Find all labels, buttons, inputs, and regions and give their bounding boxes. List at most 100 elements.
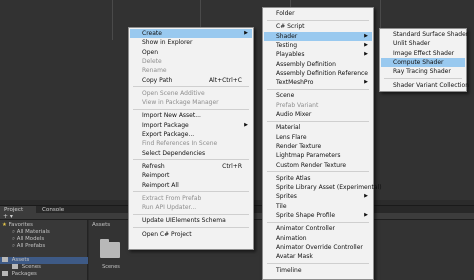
menu-item-reimport[interactable]: Reimport [130,171,252,180]
menu-item-playables[interactable]: Playables ▶ [264,50,372,59]
menu-item-view-in-package-manager[interactable]: View in Package Manager [130,98,252,107]
menu-item-sprite-atlas[interactable]: Sprite Atlas [264,174,372,183]
menu-item-material[interactable]: Material [264,123,372,132]
menu-item-prefab-variant[interactable]: Prefab Variant [264,101,372,110]
tree-packages-label: Packages [11,271,37,277]
menu-item-label: TextMeshPro [276,79,314,87]
menu-item-render-texture[interactable]: Render Texture [264,142,372,151]
menu-item-label: Export Package... [142,131,195,138]
menu-item-label: Import Package [142,121,189,129]
assets-breadcrumb[interactable]: Assets [92,222,110,228]
folder-label[interactable]: Scenes [100,264,122,270]
menu-item-animator-override-controller[interactable]: Animator Override Controller [264,243,372,252]
menu-item-c-script[interactable]: C# Script [264,22,372,31]
menu-item-label: Assembly Definition [276,60,336,68]
chevron-right-icon: ▶ [244,121,248,128]
menu-item-custom-render-texture[interactable]: Custom Render Texture [264,161,372,170]
menu-separator [133,213,249,215]
search-icon: ⌕ [12,236,16,242]
menu-item-animator-controller[interactable]: Animator Controller [264,224,372,233]
menu-item-standard-surface-shader[interactable]: Standard Surface Shader [381,30,469,39]
menu-item-label: Refresh [142,162,165,170]
menu-item-animation[interactable]: Animation [264,234,372,243]
menu-item-ray-tracing-shader[interactable]: Ray Tracing Shader [381,67,465,76]
menu-item-tile[interactable]: Tile [264,202,372,211]
menu-item-label: Find References In Scene [142,140,218,148]
tree-item-label: All Prefabs [16,243,46,249]
search-icon: ⌕ [12,229,16,235]
menu-item-label: Unlit Shader [393,40,431,48]
add-icon[interactable]: + ▾ [3,213,13,220]
menu-item-lens-flare[interactable]: Lens Flare [264,133,372,142]
menu-item-label: Avatar Mask [276,253,313,261]
folder-icon [12,264,18,269]
menu-item-sprite-shape-profile[interactable]: Sprite Shape Profile ▶ [264,211,372,220]
menu-item-label: Timeline [276,266,302,274]
chevron-right-icon: ▶ [364,193,368,200]
menu-item-import-new-asset[interactable]: Import New Asset... [130,111,252,120]
menu-item-rename[interactable]: Rename [130,66,252,75]
menu-item-label: Animator Override Controller [276,243,363,251]
menu-item-select-dependencies[interactable]: Select Dependencies [130,149,252,158]
menu-item-label: Delete [142,57,162,65]
menu-item-open-c-project[interactable]: Open C# Project [130,230,252,239]
tree-item[interactable]: ⌕ All Materials [0,229,88,236]
menu-item-label: Standard Surface Shader [393,31,469,38]
menu-item-label: Material [276,124,301,132]
menu-item-label: Folder [276,10,295,17]
menu-item-sprite-library-asset-experimental[interactable]: Sprite Library Asset (Experimental) [264,183,382,192]
menu-item-delete[interactable]: Delete [130,57,252,66]
menu-item-label: Ray Tracing Shader [393,68,451,76]
menu-item-testing[interactable]: Testing ▶ [264,41,372,50]
menu-item-shader-variant-collection[interactable]: Shader Variant Collection [381,81,469,90]
menu-item-open-scene-additive[interactable]: Open Scene Additive [130,89,252,98]
menu-item-assembly-definition[interactable]: Assembly Definition [264,60,372,69]
menu-item-label: Show in Explorer [142,39,193,47]
menu-item-show-in-explorer[interactable]: Show in Explorer [130,38,252,47]
menu-item-unlit-shader[interactable]: Unlit Shader [381,39,465,48]
menu-item-create[interactable]: Create ▶ [130,29,252,39]
menu-item-image-effect-shader[interactable]: Image Effect Shader [381,49,465,58]
menu-item-run-api-updater[interactable]: Run API Updater... [130,203,252,212]
menu-item-compute-shader[interactable]: Compute Shader [381,57,465,68]
menu-item-label: Testing [276,41,298,49]
menu-item-label: Sprites [276,193,297,201]
tree-assets-label: Assets [11,257,30,263]
menu-item-extract-from-prefab[interactable]: Extract From Prefab [130,194,252,203]
menu-item-lightmap-parameters[interactable]: Lightmap Parameters [264,151,372,160]
menu-item-folder[interactable]: Folder [264,9,372,18]
folder-icon [2,257,8,262]
menu-item-find-references-in-scene[interactable]: Find References In Scene [130,139,252,148]
tree-item[interactable]: ⌕ All Prefabs [0,243,88,250]
menu-separator [267,19,369,21]
tree-item[interactable]: Scenes [0,264,88,271]
folder-icon[interactable] [100,239,120,258]
menu-item-export-package[interactable]: Export Package... [130,130,252,139]
tree-item[interactable]: ⌕ All Models [0,236,88,243]
menu-item-textmeshpro[interactable]: TextMeshPro ▶ [264,78,372,87]
tree-packages[interactable]: Packages [0,271,88,278]
tree-favorites[interactable]: ★ Favorites [0,222,88,229]
tree-item-label: Scenes [21,264,41,270]
menu-item-sprites[interactable]: Sprites ▶ [264,192,372,201]
menu-item-label: Animation [276,234,307,242]
menu-item-audio-mixer[interactable]: Audio Mixer [264,110,372,119]
menu-item-label: Lightmap Parameters [276,152,341,160]
menu-item-label: Tile [276,202,287,210]
menu-item-import-package[interactable]: Import Package ▶ [130,121,252,130]
tree-assets[interactable]: Assets [0,257,88,264]
menu-item-avatar-mask[interactable]: Avatar Mask [264,252,372,261]
menu-item-reimport-all[interactable]: Reimport All [130,181,252,190]
menu-item-copy-path[interactable]: Copy Path Alt+Ctrl+C [130,76,252,85]
menu-item-open[interactable]: Open [130,48,252,57]
menu-item-assembly-definition-reference[interactable]: Assembly Definition Reference [264,69,372,78]
menu-item-refresh[interactable]: Refresh Ctrl+R [130,162,252,171]
menu-item-timeline[interactable]: Timeline [264,266,372,275]
menu-item-label: Custom Render Texture [276,161,347,169]
menu-item-shader[interactable]: Shader ▶ [264,31,372,41]
menu-separator [133,86,249,88]
menu-item-scene[interactable]: Scene [264,91,372,100]
menu-item-update-uielements-schema[interactable]: Update UIElements Schema [130,216,252,225]
menu-item-label: Sprite Shape Profile [276,212,336,219]
menu-item-label: Sprite Library Asset (Experimental) [276,184,382,192]
